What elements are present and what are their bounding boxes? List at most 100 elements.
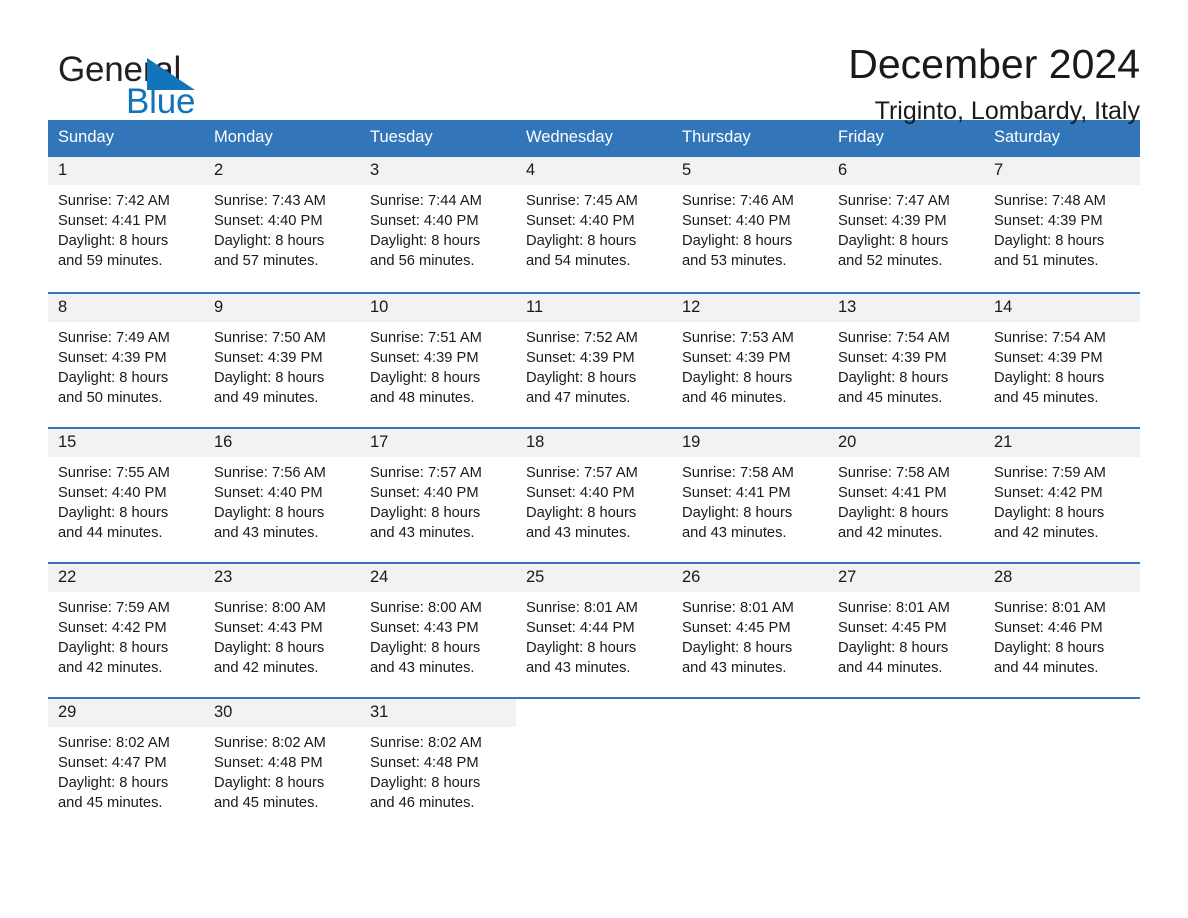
day-details: Sunrise: 8:00 AM Sunset: 4:43 PM Daylight:… <box>360 592 516 678</box>
calendar-day-cell[interactable]: 10 Sunrise: 7:51 AM Sunset: 4:39 PM Dayligh… <box>360 293 516 419</box>
sunset-text: Sunset: 4:39 PM <box>994 212 1103 229</box>
calendar-day-cell[interactable]: 23 Sunrise: 8:00 AM Sunset: 4:43 PM Dayligh… <box>204 563 360 689</box>
daylight-text: and 43 minutes. <box>526 524 631 541</box>
sunset-text: Sunset: 4:43 PM <box>370 619 479 636</box>
calendar-day-cell[interactable]: 4 Sunrise: 7:45 AM Sunset: 4:40 PM Daylight… <box>516 156 672 284</box>
day-number: 19 <box>672 428 828 457</box>
sunset-text: Sunset: 4:41 PM <box>682 484 791 501</box>
daylight-text: Daylight: 8 hours <box>838 639 949 656</box>
day-number: 15 <box>48 428 204 457</box>
calendar-day-cell[interactable]: 3 Sunrise: 7:44 AM Sunset: 4:40 PM Daylight… <box>360 156 516 284</box>
daylight-text: and 59 minutes. <box>58 252 163 269</box>
weekday-header-friday: Friday <box>838 128 884 146</box>
calendar-day-cell[interactable]: 17 Sunrise: 7:57 AM Sunset: 4:40 PM Dayligh… <box>360 428 516 554</box>
daylight-text: and 46 minutes. <box>370 794 475 811</box>
sunrise-text: Sunrise: 7:53 AM <box>682 329 794 346</box>
daylight-text: Daylight: 8 hours <box>682 369 793 386</box>
calendar-day-cell[interactable]: 7 Sunrise: 7:48 AM Sunset: 4:39 PM Daylight… <box>984 156 1140 284</box>
daylight-text: and 42 minutes. <box>214 659 319 676</box>
sunrise-text: Sunrise: 8:00 AM <box>370 599 482 616</box>
sunrise-text: Sunrise: 7:48 AM <box>994 192 1106 209</box>
daylight-text: Daylight: 8 hours <box>214 369 325 386</box>
weekday-header-monday: Monday <box>214 128 273 146</box>
daylight-text: Daylight: 8 hours <box>994 639 1105 656</box>
sunrise-text: Sunrise: 7:45 AM <box>526 192 638 209</box>
day-number: 20 <box>828 428 984 457</box>
day-details: Sunrise: 7:43 AM Sunset: 4:40 PM Daylight:… <box>204 185 360 271</box>
calendar-day-cell[interactable]: 14 Sunrise: 7:54 AM Sunset: 4:39 PM Dayligh… <box>984 293 1140 419</box>
day-number: 28 <box>984 563 1140 592</box>
daylight-text: and 46 minutes. <box>682 389 787 406</box>
calendar-day-cell[interactable]: 5 Sunrise: 7:46 AM Sunset: 4:40 PM Daylight… <box>672 156 828 284</box>
sunrise-text: Sunrise: 7:54 AM <box>994 329 1106 346</box>
calendar-day-cell[interactable]: 20 Sunrise: 7:58 AM Sunset: 4:41 PM Dayligh… <box>828 428 984 554</box>
calendar-day-cell[interactable]: 9 Sunrise: 7:50 AM Sunset: 4:39 PM Daylight… <box>204 293 360 419</box>
weekday-header-row: Sunday Monday Tuesday Wednesday Thursday Frid… <box>48 120 1140 157</box>
calendar-day-cell[interactable]: 28 Sunrise: 8:01 AM Sunset: 4:46 PM Dayligh… <box>984 563 1140 689</box>
day-number: 8 <box>48 293 204 322</box>
daylight-text: and 52 minutes. <box>838 252 943 269</box>
sunrise-text: Sunrise: 7:44 AM <box>370 192 482 209</box>
calendar-day-cell[interactable]: 27 Sunrise: 8:01 AM Sunset: 4:45 PM Dayligh… <box>828 563 984 689</box>
calendar-day-cell[interactable]: 16 Sunrise: 7:56 AM Sunset: 4:40 PM Dayligh… <box>204 428 360 554</box>
sunset-text: Sunset: 4:39 PM <box>838 349 947 366</box>
sunrise-text: Sunrise: 8:01 AM <box>838 599 950 616</box>
sunset-text: Sunset: 4:40 PM <box>526 212 635 229</box>
calendar-day-cell[interactable]: 31 Sunrise: 8:02 AM Sunset: 4:48 PM Dayligh… <box>360 698 516 824</box>
calendar-day-cell[interactable]: 11 Sunrise: 7:52 AM Sunset: 4:39 PM Dayligh… <box>516 293 672 419</box>
sunrise-text: Sunrise: 8:02 AM <box>370 734 482 751</box>
generalblue-logo[interactable]: General Blue <box>48 40 248 120</box>
calendar-week-row: 1 Sunrise: 7:42 AM Sunset: 4:41 PM Daylight… <box>48 156 1140 284</box>
daylight-text: and 43 minutes. <box>526 659 631 676</box>
day-details: Sunrise: 7:49 AM Sunset: 4:39 PM Daylight:… <box>48 322 204 408</box>
day-details: Sunrise: 7:44 AM Sunset: 4:40 PM Daylight:… <box>360 185 516 271</box>
day-number: 16 <box>204 428 360 457</box>
sunset-text: Sunset: 4:41 PM <box>838 484 947 501</box>
day-details: Sunrise: 7:51 AM Sunset: 4:39 PM Daylight:… <box>360 322 516 408</box>
day-details: Sunrise: 7:54 AM Sunset: 4:39 PM Daylight:… <box>984 322 1140 408</box>
day-number: 22 <box>48 563 204 592</box>
calendar-page: General Blue December 2024 Triginto, Lom… <box>0 0 1188 918</box>
sunset-text: Sunset: 4:40 PM <box>526 484 635 501</box>
calendar-day-cell[interactable]: 13 Sunrise: 7:54 AM Sunset: 4:39 PM Dayligh… <box>828 293 984 419</box>
calendar-day-cell[interactable]: 18 Sunrise: 7:57 AM Sunset: 4:40 PM Dayligh… <box>516 428 672 554</box>
calendar-day-cell[interactable]: 21 Sunrise: 7:59 AM Sunset: 4:42 PM Dayligh… <box>984 428 1140 554</box>
daylight-text: Daylight: 8 hours <box>370 639 481 656</box>
calendar-day-cell[interactable]: 6 Sunrise: 7:47 AM Sunset: 4:39 PM Daylight… <box>828 156 984 284</box>
sunrise-text: Sunrise: 8:02 AM <box>214 734 326 751</box>
calendar-day-cell[interactable]: 30 Sunrise: 8:02 AM Sunset: 4:48 PM Dayligh… <box>204 698 360 824</box>
calendar-weeks: 1 Sunrise: 7:42 AM Sunset: 4:41 PM Daylight… <box>48 156 1140 824</box>
calendar-day-cell[interactable]: 19 Sunrise: 7:58 AM Sunset: 4:41 PM Dayligh… <box>672 428 828 554</box>
calendar-week-row: 22 Sunrise: 7:59 AM Sunset: 4:42 PM Dayligh… <box>48 561 1140 689</box>
calendar-day-cell[interactable]: 1 Sunrise: 7:42 AM Sunset: 4:41 PM Daylight… <box>48 156 204 284</box>
day-number: 24 <box>360 563 516 592</box>
calendar-day-cell[interactable]: 8 Sunrise: 7:49 AM Sunset: 4:39 PM Daylight… <box>48 293 204 419</box>
day-number: 6 <box>828 156 984 185</box>
day-details: Sunrise: 7:59 AM Sunset: 4:42 PM Daylight:… <box>984 457 1140 543</box>
daylight-text: and 56 minutes. <box>370 252 475 269</box>
calendar-day-cell[interactable]: 24 Sunrise: 8:00 AM Sunset: 4:43 PM Dayligh… <box>360 563 516 689</box>
day-details: Sunrise: 8:01 AM Sunset: 4:45 PM Daylight:… <box>672 592 828 678</box>
daylight-text: Daylight: 8 hours <box>994 232 1105 249</box>
day-number: 14 <box>984 293 1140 322</box>
calendar-day-cell[interactable]: 26 Sunrise: 8:01 AM Sunset: 4:45 PM Dayligh… <box>672 563 828 689</box>
sunrise-text: Sunrise: 8:01 AM <box>682 599 794 616</box>
calendar-day-cell[interactable]: 15 Sunrise: 7:55 AM Sunset: 4:40 PM Dayligh… <box>48 428 204 554</box>
sunset-text: Sunset: 4:45 PM <box>682 619 791 636</box>
calendar-day-cell[interactable]: 2 Sunrise: 7:43 AM Sunset: 4:40 PM Daylight… <box>204 156 360 284</box>
day-details: Sunrise: 7:52 AM Sunset: 4:39 PM Daylight:… <box>516 322 672 408</box>
sunrise-text: Sunrise: 7:46 AM <box>682 192 794 209</box>
calendar-day-cell[interactable]: 22 Sunrise: 7:59 AM Sunset: 4:42 PM Dayligh… <box>48 563 204 689</box>
day-details: Sunrise: 8:00 AM Sunset: 4:43 PM Daylight:… <box>204 592 360 678</box>
daylight-text: Daylight: 8 hours <box>526 639 637 656</box>
day-details: Sunrise: 8:02 AM Sunset: 4:47 PM Daylight:… <box>48 727 204 813</box>
calendar-day-cell[interactable]: 29 Sunrise: 8:02 AM Sunset: 4:47 PM Dayligh… <box>48 698 204 824</box>
sunset-text: Sunset: 4:40 PM <box>58 484 167 501</box>
calendar-day-cell[interactable]: 12 Sunrise: 7:53 AM Sunset: 4:39 PM Dayligh… <box>672 293 828 419</box>
sunset-text: Sunset: 4:39 PM <box>838 212 947 229</box>
day-details: Sunrise: 7:55 AM Sunset: 4:40 PM Daylight:… <box>48 457 204 543</box>
calendar-day-cell[interactable]: 25 Sunrise: 8:01 AM Sunset: 4:44 PM Dayligh… <box>516 563 672 689</box>
daylight-text: Daylight: 8 hours <box>214 504 325 521</box>
sunset-text: Sunset: 4:39 PM <box>682 349 791 366</box>
daylight-text: and 53 minutes. <box>682 252 787 269</box>
